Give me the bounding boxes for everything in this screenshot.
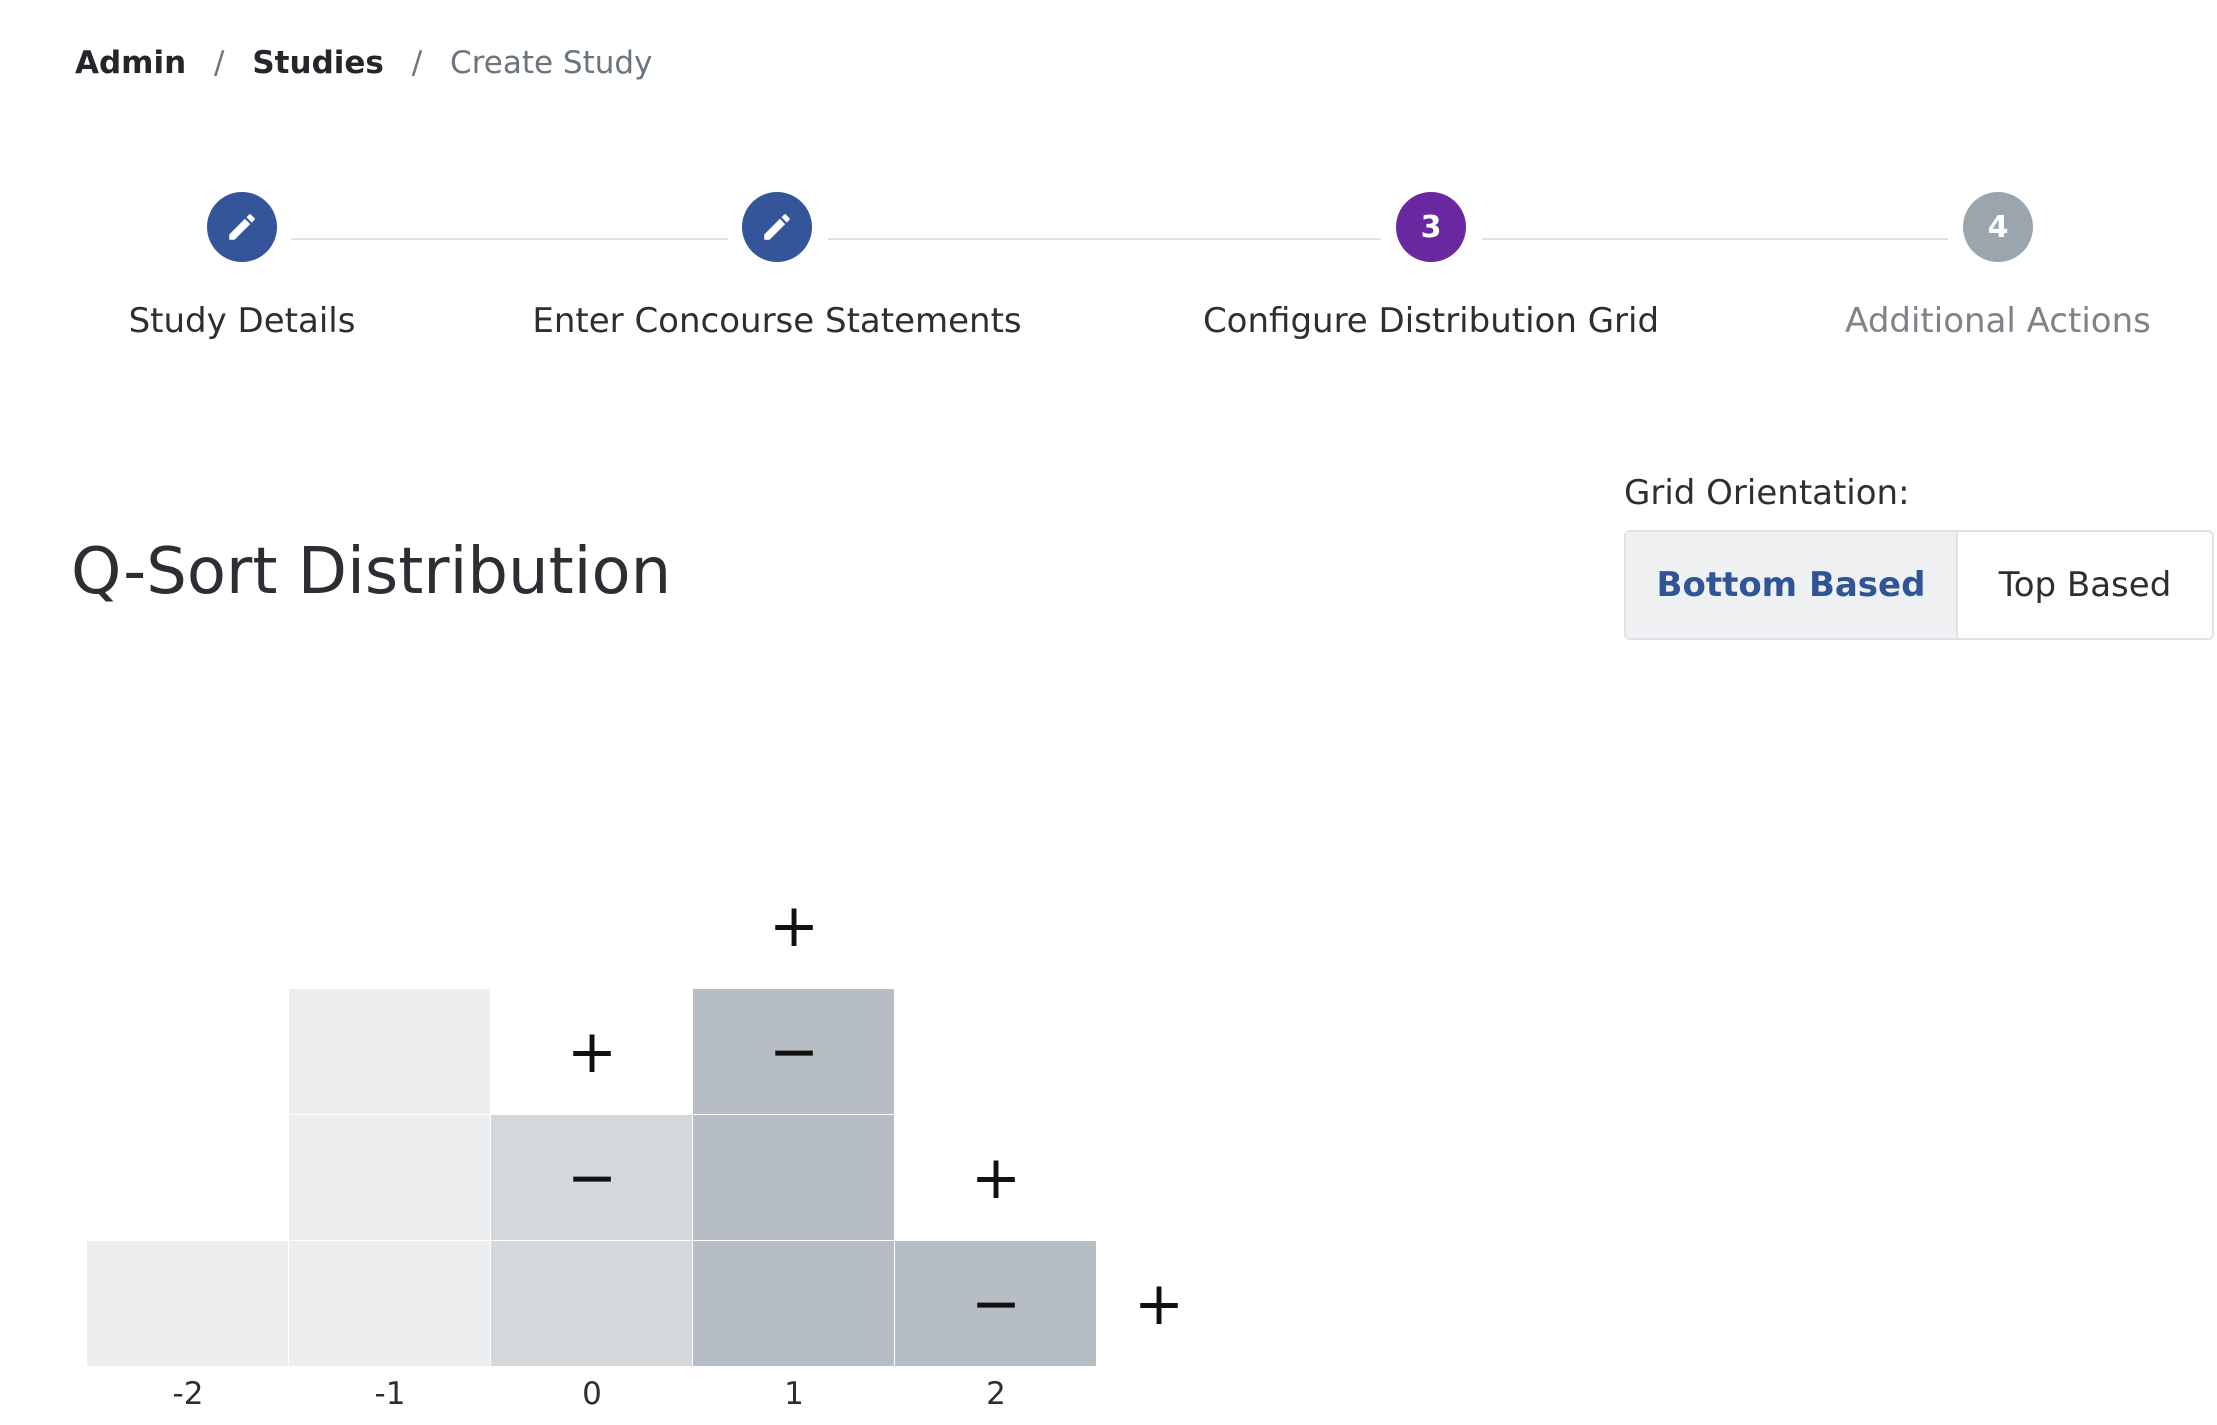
step-connector xyxy=(291,238,728,240)
step-1-circle[interactable] xyxy=(207,192,277,262)
column-label: 2 xyxy=(986,1376,1006,1412)
grid-cell xyxy=(289,1115,490,1240)
grid-cell xyxy=(87,1241,288,1366)
remove-cell-button[interactable]: − xyxy=(562,1148,622,1208)
step-2-circle[interactable] xyxy=(742,192,812,262)
page-title: Q-Sort Distribution xyxy=(71,535,672,609)
grid-cell xyxy=(289,1241,490,1366)
breadcrumb-studies[interactable]: Studies xyxy=(252,45,384,81)
step-connector xyxy=(1482,238,1948,240)
bottom-based-button[interactable]: Bottom Based xyxy=(1626,532,1958,638)
breadcrumb-current: Create Study xyxy=(450,45,653,81)
add-column-button[interactable]: + xyxy=(1129,1274,1189,1334)
grid-cell xyxy=(693,1115,894,1240)
remove-cell-button[interactable]: − xyxy=(966,1274,1026,1334)
breadcrumb-admin[interactable]: Admin xyxy=(75,45,186,81)
step-2-label[interactable]: Enter Concourse Statements xyxy=(532,298,1021,344)
pencil-icon xyxy=(229,214,255,240)
breadcrumb-separator: / xyxy=(214,45,225,81)
breadcrumb-separator: / xyxy=(411,45,423,81)
column-label: 1 xyxy=(784,1376,804,1412)
column-label: -2 xyxy=(172,1376,204,1412)
top-based-button[interactable]: Top Based xyxy=(1958,532,2212,638)
pencil-icon xyxy=(764,214,790,240)
add-cell-button[interactable]: + xyxy=(764,896,824,956)
grid-orientation-label: Grid Orientation: xyxy=(1624,473,1910,513)
column-label: -1 xyxy=(374,1376,406,1412)
remove-cell-button[interactable]: − xyxy=(764,1022,824,1082)
step-4-circle[interactable]: 4 xyxy=(1963,192,2033,262)
column-label: 0 xyxy=(582,1376,602,1412)
step-1-label[interactable]: Study Details xyxy=(129,298,356,344)
grid-cell xyxy=(491,1241,692,1366)
add-cell-button[interactable]: + xyxy=(966,1148,1026,1208)
add-cell-button[interactable]: + xyxy=(562,1022,622,1082)
step-connector xyxy=(828,238,1381,240)
step-4-label[interactable]: Additional Actions xyxy=(1845,298,2151,344)
grid-cell xyxy=(289,989,490,1114)
breadcrumb: Admin / Studies / Create Study xyxy=(75,42,652,84)
step-3-label[interactable]: Configure Distribution Grid xyxy=(1203,298,1659,344)
step-3-circle[interactable]: 3 xyxy=(1396,192,1466,262)
grid-cell xyxy=(693,1241,894,1366)
grid-orientation-toggle: Bottom Based Top Based xyxy=(1624,530,2214,640)
